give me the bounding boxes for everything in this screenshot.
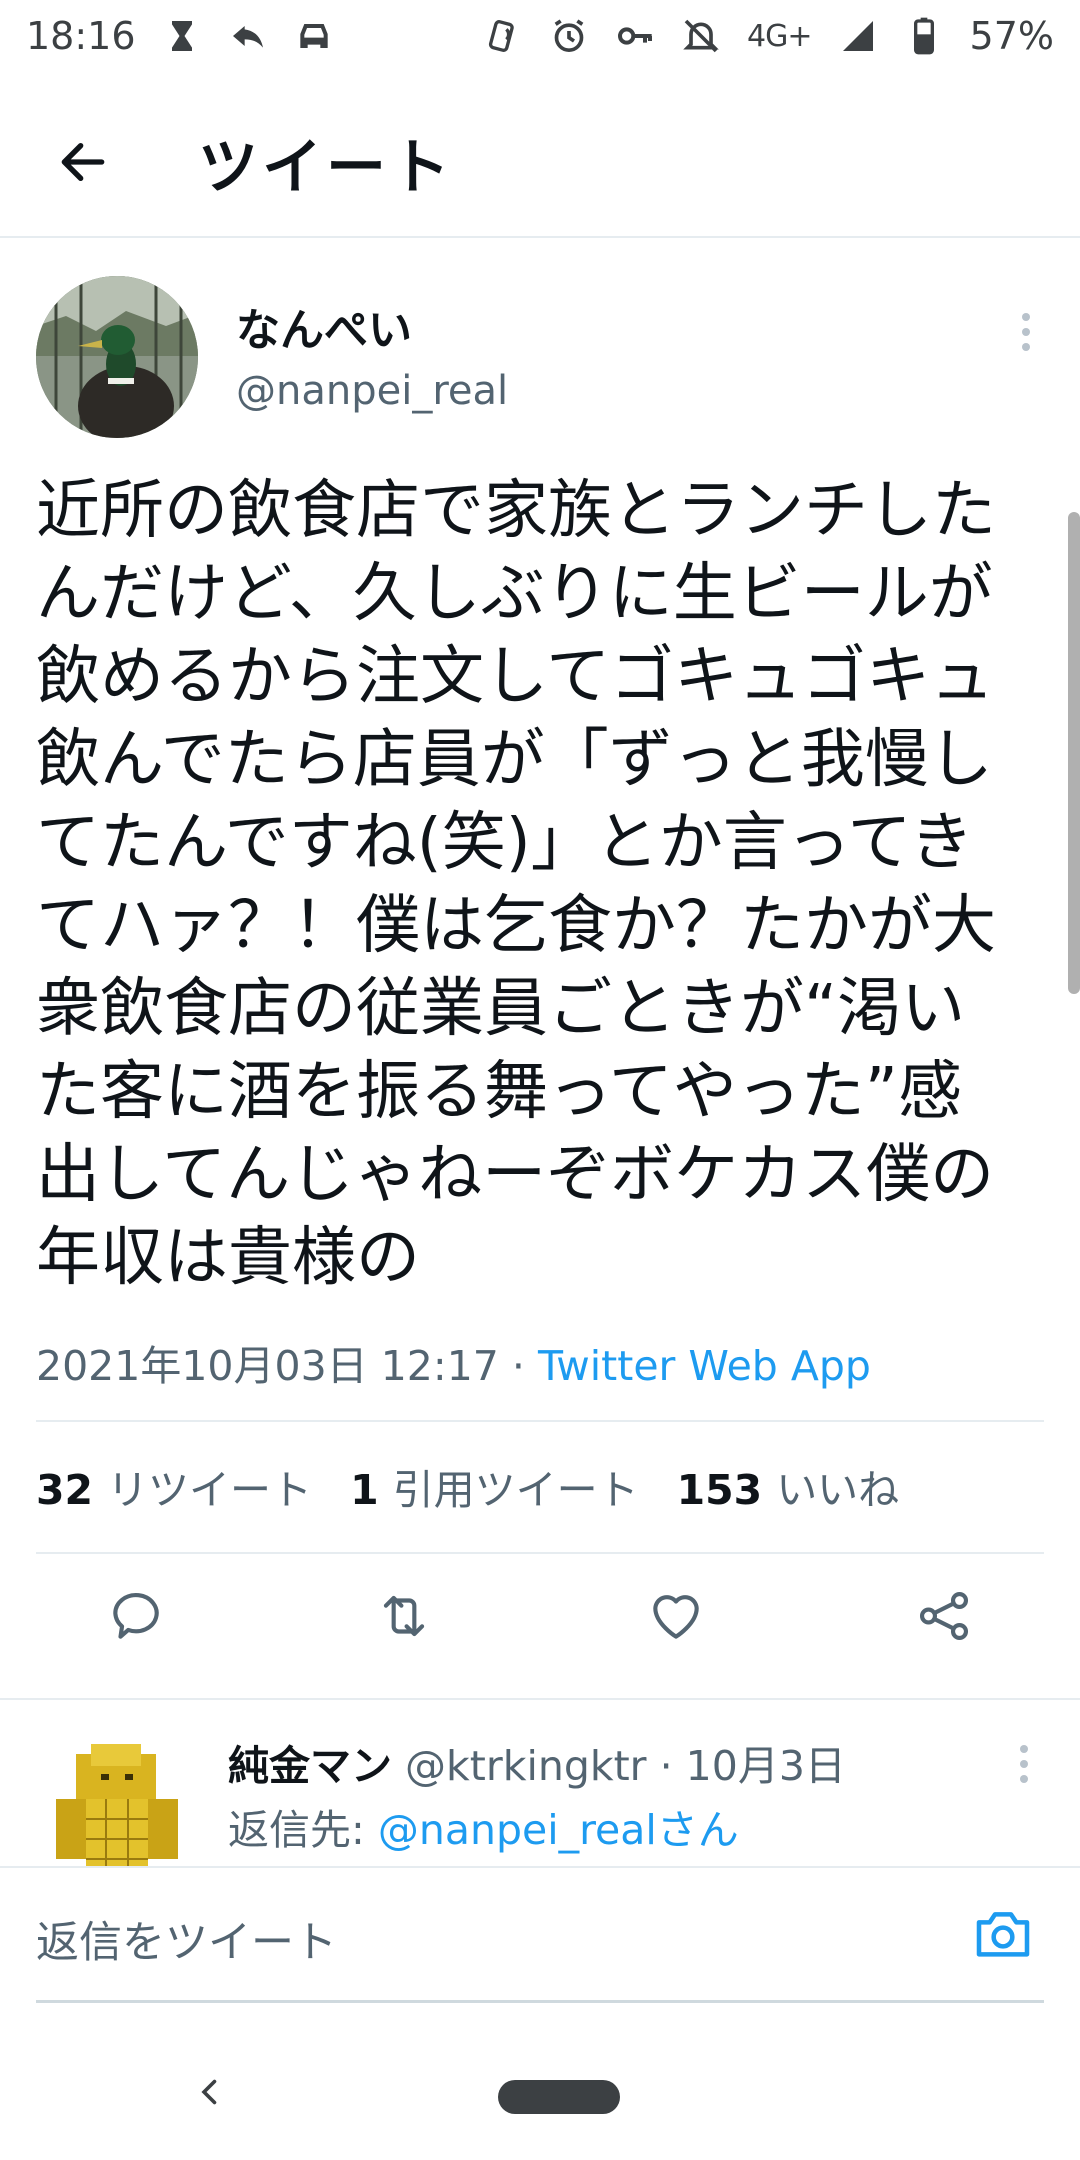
- camera-icon: [976, 1912, 1030, 1957]
- tweet-stats: 32 リツイート 1 引用ツイート 153 いいね: [36, 1456, 899, 1516]
- reply-to-mention[interactable]: @nanpei_realさん: [378, 1806, 739, 1854]
- reply-arrow-icon: [228, 16, 268, 56]
- chevron-left-icon: [201, 2079, 217, 2105]
- reply-button[interactable]: [100, 1580, 172, 1652]
- author-avatar[interactable]: [36, 276, 198, 438]
- reply-avatar[interactable]: [36, 1734, 198, 1866]
- reply-composer: 返信をツイート: [0, 1866, 1080, 2003]
- signal-icon: [838, 16, 878, 56]
- tweet-detail-screen: 18:16 4G+ 57% ツイート なんぺい @nanpei_real 近所の…: [0, 0, 1080, 2160]
- nfc-icon: [483, 16, 523, 56]
- camera-button[interactable]: [968, 1898, 1038, 1968]
- divider: [36, 1420, 1044, 1422]
- tweet-timestamp: 2021年10月03日 12:17: [36, 1342, 499, 1390]
- meta-separator: ·: [498, 1342, 538, 1390]
- status-bar: 18:16 4G+ 57%: [0, 0, 1080, 72]
- hourglass-icon: [162, 16, 202, 56]
- back-button[interactable]: [48, 127, 118, 197]
- reply-header: 純金マン @ktrkingktr · 10月3日: [228, 1732, 846, 1792]
- reply-icon: [113, 1593, 159, 1639]
- tweet-source-link[interactable]: Twitter Web App: [538, 1342, 871, 1390]
- reply-author-name[interactable]: 純金マン: [228, 1742, 392, 1790]
- scrollbar[interactable]: [1068, 512, 1080, 994]
- reply-more-options-button[interactable]: [1004, 1734, 1044, 1794]
- tweet-actions: [0, 1580, 1080, 1670]
- tweet-meta: 2021年10月03日 12:17 · Twitter Web App: [36, 1332, 871, 1392]
- more-vert-icon: [1020, 1745, 1028, 1753]
- system-nav-bar: [0, 2040, 1080, 2140]
- car-icon: [294, 16, 334, 56]
- quotes-stat[interactable]: 1 引用ツイート: [350, 1456, 639, 1516]
- page-title: ツイート: [198, 132, 454, 203]
- reply-date: 10月3日: [685, 1742, 846, 1790]
- tweet-author: なんぺい @nanpei_real: [36, 276, 1046, 446]
- bell-off-icon: [681, 16, 721, 56]
- divider: [36, 1552, 1044, 1554]
- composer-underline: [36, 2000, 1044, 2003]
- share-button[interactable]: [908, 1580, 980, 1652]
- network-type: 4G+: [747, 18, 812, 54]
- battery-icon: [904, 16, 944, 56]
- reply-input[interactable]: 返信をツイート: [36, 1908, 337, 1970]
- author-handle[interactable]: @nanpei_real: [236, 368, 508, 414]
- battery-percent: 57%: [969, 14, 1054, 58]
- like-icon: [653, 1595, 699, 1639]
- likes-stat[interactable]: 153 いいね: [677, 1456, 900, 1516]
- reply-date-separator: ·: [646, 1742, 686, 1790]
- share-icon: [919, 1591, 969, 1641]
- reply-author-handle[interactable]: @ktrkingktr: [405, 1742, 647, 1790]
- retweet-icon: [383, 1595, 425, 1637]
- more-options-button[interactable]: [1006, 302, 1046, 362]
- reply-tweet[interactable]: 純金マン @ktrkingktr · 10月3日 返信先: @nanpei_re…: [0, 1698, 1080, 1866]
- reply-to-prefix: 返信先:: [228, 1806, 378, 1854]
- status-time: 18:16: [26, 14, 136, 58]
- reply-to-line: 返信先: @nanpei_realさん: [228, 1796, 739, 1856]
- retweets-stat[interactable]: 32 リツイート: [36, 1456, 312, 1516]
- arrow-left-icon: [61, 142, 105, 182]
- nav-back-button[interactable]: [190, 2062, 230, 2122]
- alarm-icon: [549, 16, 589, 56]
- like-button[interactable]: [640, 1580, 712, 1652]
- tweet-text: 近所の飲食店で家族とランチした んだけど、久しぶりに生ビールが 飲めるから注文し…: [36, 474, 996, 1295]
- app-header: ツイート: [0, 88, 1080, 238]
- more-vert-icon: [1022, 313, 1030, 321]
- retweet-button[interactable]: [368, 1580, 440, 1652]
- nav-home-pill[interactable]: [498, 2080, 620, 2114]
- key-icon: [615, 16, 655, 56]
- author-name[interactable]: なんぺい: [236, 294, 412, 358]
